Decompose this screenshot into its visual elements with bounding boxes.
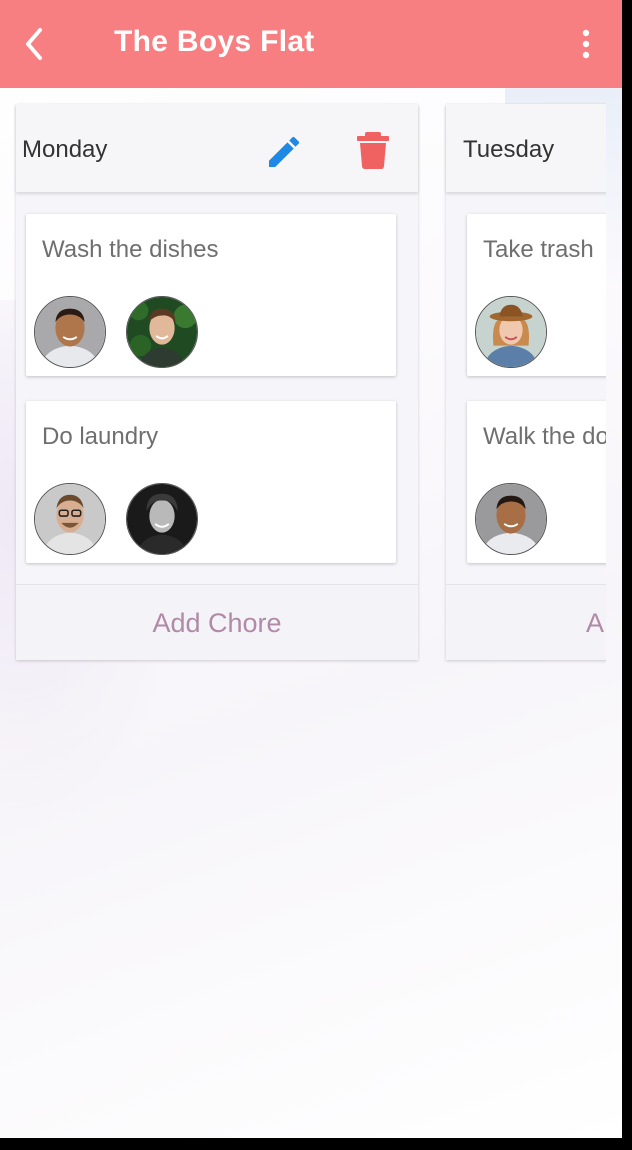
back-button[interactable] xyxy=(20,26,52,62)
person-avatar-icon xyxy=(476,484,546,554)
chore-board[interactable]: Monday Wash the dishes Do laundry Add Ch… xyxy=(0,88,606,1138)
day-title: Monday xyxy=(22,136,108,163)
assignee-avatar[interactable] xyxy=(126,296,198,368)
chore-card[interactable]: Wash the dishes xyxy=(26,214,396,376)
day-title: Tuesday xyxy=(463,136,555,163)
chore-card[interactable]: Take trash xyxy=(467,214,606,376)
chore-title: Take trash xyxy=(483,236,594,263)
person-avatar-icon xyxy=(35,484,105,554)
screen-edge xyxy=(0,1138,632,1150)
chore-title: Do laundry xyxy=(42,423,159,450)
page-title: The Boys Flat xyxy=(114,25,315,58)
more-vert-icon xyxy=(582,29,590,59)
add-chore-button[interactable]: Add Chore xyxy=(16,584,418,660)
chore-card[interactable]: Walk the do xyxy=(467,401,606,563)
day-column-tuesday: Tuesday Take trash Walk the do A xyxy=(446,104,606,660)
person-avatar-icon xyxy=(127,484,197,554)
trash-icon xyxy=(357,132,389,169)
app-screen: The Boys Flat Monday Wash the dishes Do … xyxy=(0,0,622,1138)
assignee-avatar[interactable] xyxy=(475,483,547,555)
edit-day-button[interactable] xyxy=(264,132,304,172)
column-header: Monday xyxy=(16,104,418,192)
chevron-left-icon xyxy=(26,28,42,60)
add-chore-button[interactable]: A xyxy=(446,584,606,660)
overflow-menu-button[interactable] xyxy=(576,26,596,62)
chore-title: Wash the dishes xyxy=(42,236,219,263)
pencil-icon xyxy=(269,136,300,167)
chore-card[interactable]: Do laundry xyxy=(26,401,396,563)
assignee-avatar[interactable] xyxy=(34,296,106,368)
person-avatar-icon xyxy=(127,297,197,367)
delete-day-button[interactable] xyxy=(356,130,390,170)
assignee-avatar[interactable] xyxy=(126,483,198,555)
person-avatar-icon xyxy=(35,297,105,367)
day-column-monday: Monday Wash the dishes Do laundry Add Ch… xyxy=(16,104,418,660)
column-header: Tuesday xyxy=(446,104,606,192)
assignee-avatar[interactable] xyxy=(475,296,547,368)
assignee-avatar[interactable] xyxy=(34,483,106,555)
chore-title: Walk the do xyxy=(483,423,606,450)
person-avatar-icon xyxy=(476,297,546,367)
screen-edge xyxy=(622,0,632,1150)
app-bar: The Boys Flat xyxy=(0,0,622,88)
